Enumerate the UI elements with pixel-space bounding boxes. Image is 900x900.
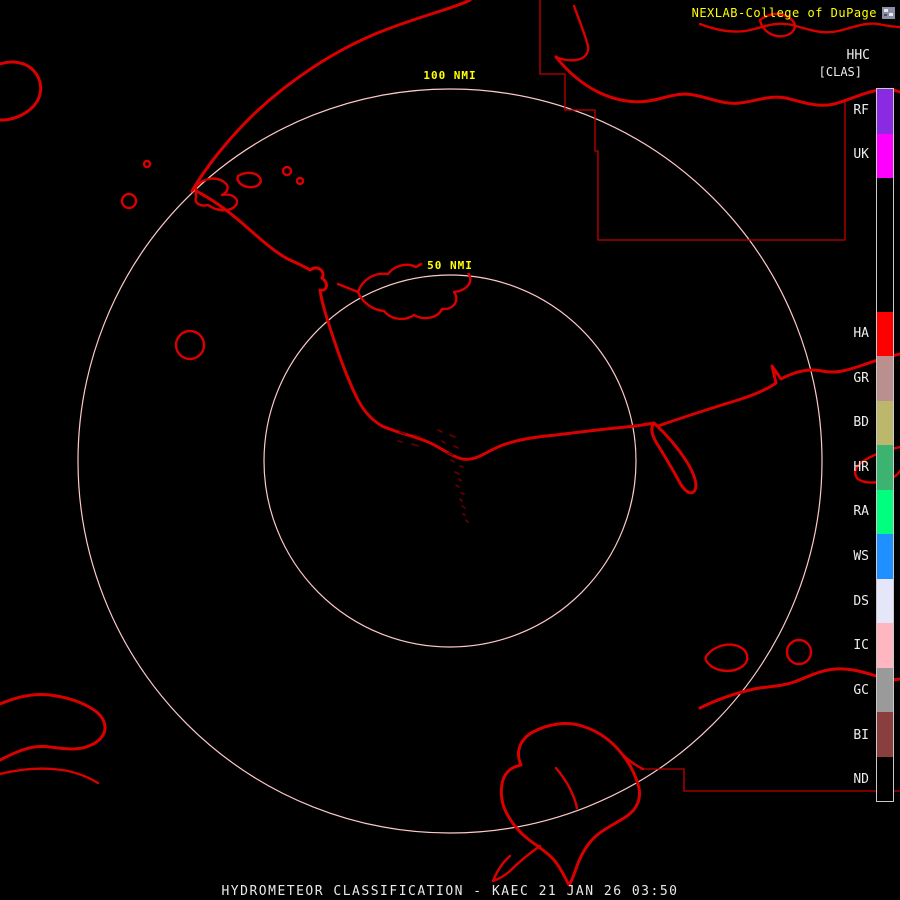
- coastline-top-edge: [698, 22, 900, 34]
- island-dot-2: [295, 176, 305, 186]
- lake-circle-left-small: [120, 192, 138, 210]
- legend-seg-ic: [877, 623, 893, 668]
- legend-label-ds: DS: [853, 593, 869, 609]
- coastline-southeast: [698, 667, 900, 710]
- legend-label-ws: WS: [853, 549, 869, 565]
- legend-label-gc: GC: [853, 682, 869, 698]
- range-ring-100: [77, 88, 823, 834]
- legend-seg-ra: [877, 489, 893, 534]
- island-dot-1: [281, 165, 293, 177]
- legend-label-uk: UK: [853, 147, 869, 163]
- legend-seg-hr: [877, 445, 893, 490]
- legend-labels: RF UK HA GR BD HR RA WS DS IC GC BI ND: [809, 88, 869, 802]
- legend-seg-uk: [877, 133, 893, 178]
- coastline-arc: [190, 0, 472, 193]
- nexlab-brand-text: NEXLAB-College of DuPage: [691, 6, 877, 20]
- legend-label-ra: RA: [853, 504, 869, 520]
- legend-mode: [CLAS]: [818, 65, 862, 79]
- legend-seg-nd: [877, 756, 893, 801]
- legend-seg-blank-2: [877, 222, 893, 267]
- legend-seg-gc: [877, 667, 893, 712]
- peninsula-loop: [650, 421, 698, 495]
- legend-seg-blank-1: [877, 178, 893, 223]
- status-text: HYDROMETEOR CLASSIFICATION - KAEC 21 JAN…: [221, 884, 679, 899]
- island-bottom-claw: [491, 844, 542, 883]
- brand-row: NEXLAB-College of DuPage: [692, 6, 895, 20]
- range-label-100nmi: 100 NMI: [418, 68, 482, 83]
- radar-map: [0, 0, 900, 887]
- lake-circle-left: [174, 329, 206, 361]
- radar-screen: 100 NMI 50 NMI NEXLAB-College of DuPage …: [0, 0, 900, 900]
- status-bar: HYDROMETEOR CLASSIFICATION - KAEC 21 JAN…: [0, 880, 900, 900]
- college-of-dupage-logo-icon: [882, 7, 895, 19]
- legend-seg-rf: [877, 89, 893, 134]
- shore-bottom-left: [0, 767, 100, 785]
- legend-label-gr: GR: [853, 370, 869, 386]
- legend-seg-bi: [877, 712, 893, 757]
- blob-bottom-left: [0, 693, 107, 762]
- islands-top-left-2: [236, 171, 262, 189]
- legend-seg-gr: [877, 356, 893, 401]
- legend-label-blank-3: [809, 267, 869, 312]
- legend-seg-blank-3: [877, 267, 893, 312]
- island-southeast: [704, 643, 749, 673]
- legend-label-bi: BI: [853, 727, 869, 743]
- legend-label-hr: HR: [853, 459, 869, 475]
- coastline-top-right-hook: [554, 4, 590, 62]
- legend-colorbar: [876, 88, 894, 802]
- legend-label-ic: IC: [853, 638, 869, 654]
- legend-seg-ha: [877, 311, 893, 356]
- island-bottom-detail: [554, 752, 645, 810]
- blob-top-left: [0, 60, 43, 122]
- legend-label-nd: ND: [853, 772, 869, 788]
- legend-product-code: HHC: [846, 48, 870, 63]
- coastline-main: [194, 189, 656, 461]
- legend-seg-bd: [877, 400, 893, 445]
- legend-label-blank-1: [809, 177, 869, 222]
- range-ring-50: [263, 274, 637, 648]
- legend-label-bd: BD: [853, 415, 869, 431]
- legend-label-rf: RF: [853, 102, 869, 118]
- legend-label-ha: HA: [853, 325, 869, 341]
- legend-seg-ds: [877, 578, 893, 623]
- island-dot-3: [142, 159, 152, 169]
- legend-label-blank-2: [809, 222, 869, 267]
- lake-circle-right: [785, 638, 813, 666]
- range-label-50nmi: 50 NMI: [422, 258, 478, 273]
- legend-seg-ws: [877, 534, 893, 579]
